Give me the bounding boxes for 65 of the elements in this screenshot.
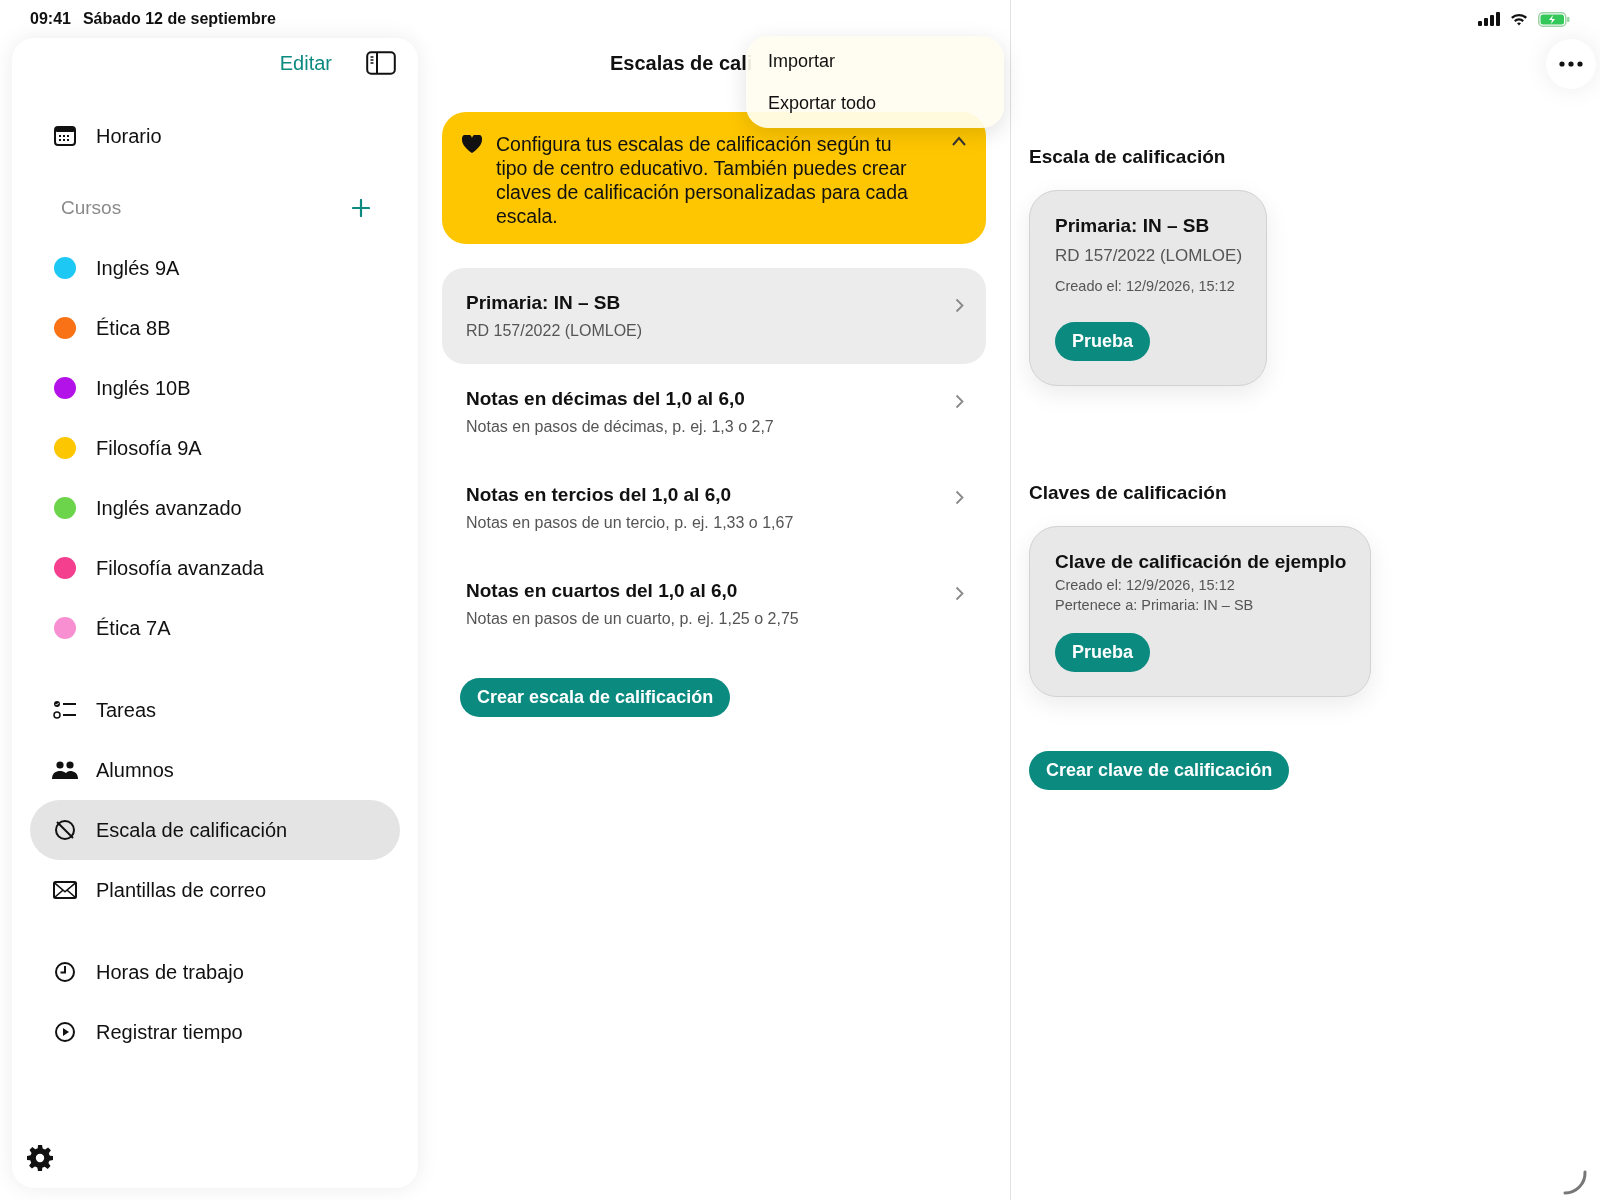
course-item[interactable]: Inglés 9A [30,238,400,298]
sidebar-item[interactable]: Horas de trabajo [30,942,400,1002]
scale-subtitle: Notas en pasos de un cuarto, p. ej. 1,25 o 2,75 [466,610,800,628]
battery-icon [1538,11,1570,27]
created-date: Creado el: 12/9/2026, 15:12 [1055,278,1236,294]
section-heading: Escala de calificación [1029,146,1227,168]
sidebar-item[interactable]: Alumnos [30,740,400,800]
resize-handle-icon[interactable] [1562,1170,1588,1196]
test-button[interactable]: Prueba [1055,322,1151,361]
scale-list-item[interactable]: Notas en cuartos del 1,0 al 6,0 Notas en pasos de un cuarto, p. ej. 1,25 o 2,75 [442,556,986,652]
banner-text: Configura tus escalas de calificación según tu tipo de centro educativo. También puedes crear claves de calificación personalizadas para cada escala. [496,132,909,228]
course-item[interactable]: Filosofía avanzada [30,538,400,598]
signal-icon [1478,12,1500,26]
wifi-icon [1510,12,1528,26]
calendar-icon [52,126,78,146]
clock-icon [52,961,78,983]
page-title: Escalas de cali [610,51,753,75]
course-item[interactable]: Ética 8B [30,298,400,358]
sidebar-item[interactable]: Registrar tiempo [30,1002,400,1062]
scale-title: Notas en décimas del 1,0 al 6,0 [466,388,746,410]
scale-title: Primaria: IN – SB [466,292,622,314]
course-item[interactable]: Inglés avanzado [30,478,400,538]
section-heading: Claves de calificación [1029,482,1228,504]
menu-item[interactable]: Exportar todo [746,82,1004,124]
belongs-to-text: Pertenece a: Primaria: IN – SB [1055,597,1255,613]
sidebar-item[interactable]: Plantillas de correo [30,860,400,920]
settings-icon[interactable] [26,1144,54,1172]
card-subtitle: RD 157/2022 (LOMLOE) [1055,246,1243,266]
created-date: Creado el: 12/9/2026, 15:12 [1055,577,1236,593]
card-title: Primaria: IN – SB [1055,215,1211,237]
scale-subtitle: RD 157/2022 (LOMLOE) [466,322,644,340]
chevron-icon [955,394,964,409]
course-item[interactable]: Inglés 10B [30,358,400,418]
scale-title: Notas en cuartos del 1,0 al 6,0 [466,580,739,602]
scale-list-item[interactable]: Notas en décimas del 1,0 al 6,0 Notas en pasos de décimas, p. ej. 1,3 o 2,7 [442,364,986,460]
status-date: Sábado 12 de septiembre [82,10,276,28]
chevron-icon [955,298,964,313]
create-scale-button[interactable]: Crear escala de calificación [460,678,731,717]
sidebar-toggle-icon[interactable] [366,51,396,75]
add-icon[interactable] [352,199,370,217]
scale-subtitle: Notas en pasos de un tercio, p. ej. 1,33 o 1,67 [466,514,795,532]
more-icon [1559,61,1583,67]
test-button[interactable]: Prueba [1055,633,1151,672]
scale-list-item[interactable]: Notas en tercios del 1,0 al 6,0 Notas en pasos de un tercio, p. ej. 1,33 o 1,67 [442,460,986,556]
scale-subtitle: Notas en pasos de décimas, p. ej. 1,3 o 2,7 [466,418,775,436]
scale-list-item[interactable]: Primaria: IN – SB RD 157/2022 (LOMLOE) [442,268,986,364]
chevron-icon [955,586,964,601]
chevron-icon [955,490,964,505]
grade-scale-icon [52,819,78,841]
scale-title: Notas en tercios del 1,0 al 6,0 [466,484,733,506]
tasks-icon [52,700,78,720]
course-item[interactable]: Ética 7A [30,598,400,658]
heart-icon [462,135,482,153]
section-heading: Cursos [61,197,122,219]
course-item[interactable]: Filosofía 9A [30,418,400,478]
people-icon [52,761,78,779]
envelope-icon [52,881,78,899]
sidebar-item[interactable]: Tareas [30,680,400,740]
create-key-button[interactable]: Crear clave de calificación [1029,751,1290,790]
card-title: Clave de calificación de ejemplo [1055,551,1347,573]
play-circle-icon [52,1021,78,1043]
sidebar-item[interactable]: Horario [30,106,400,166]
edit-button[interactable]: Editar [279,51,332,75]
sidebar-item[interactable]: Escala de calificación [30,800,400,860]
status-time: 09:41 [30,10,71,28]
